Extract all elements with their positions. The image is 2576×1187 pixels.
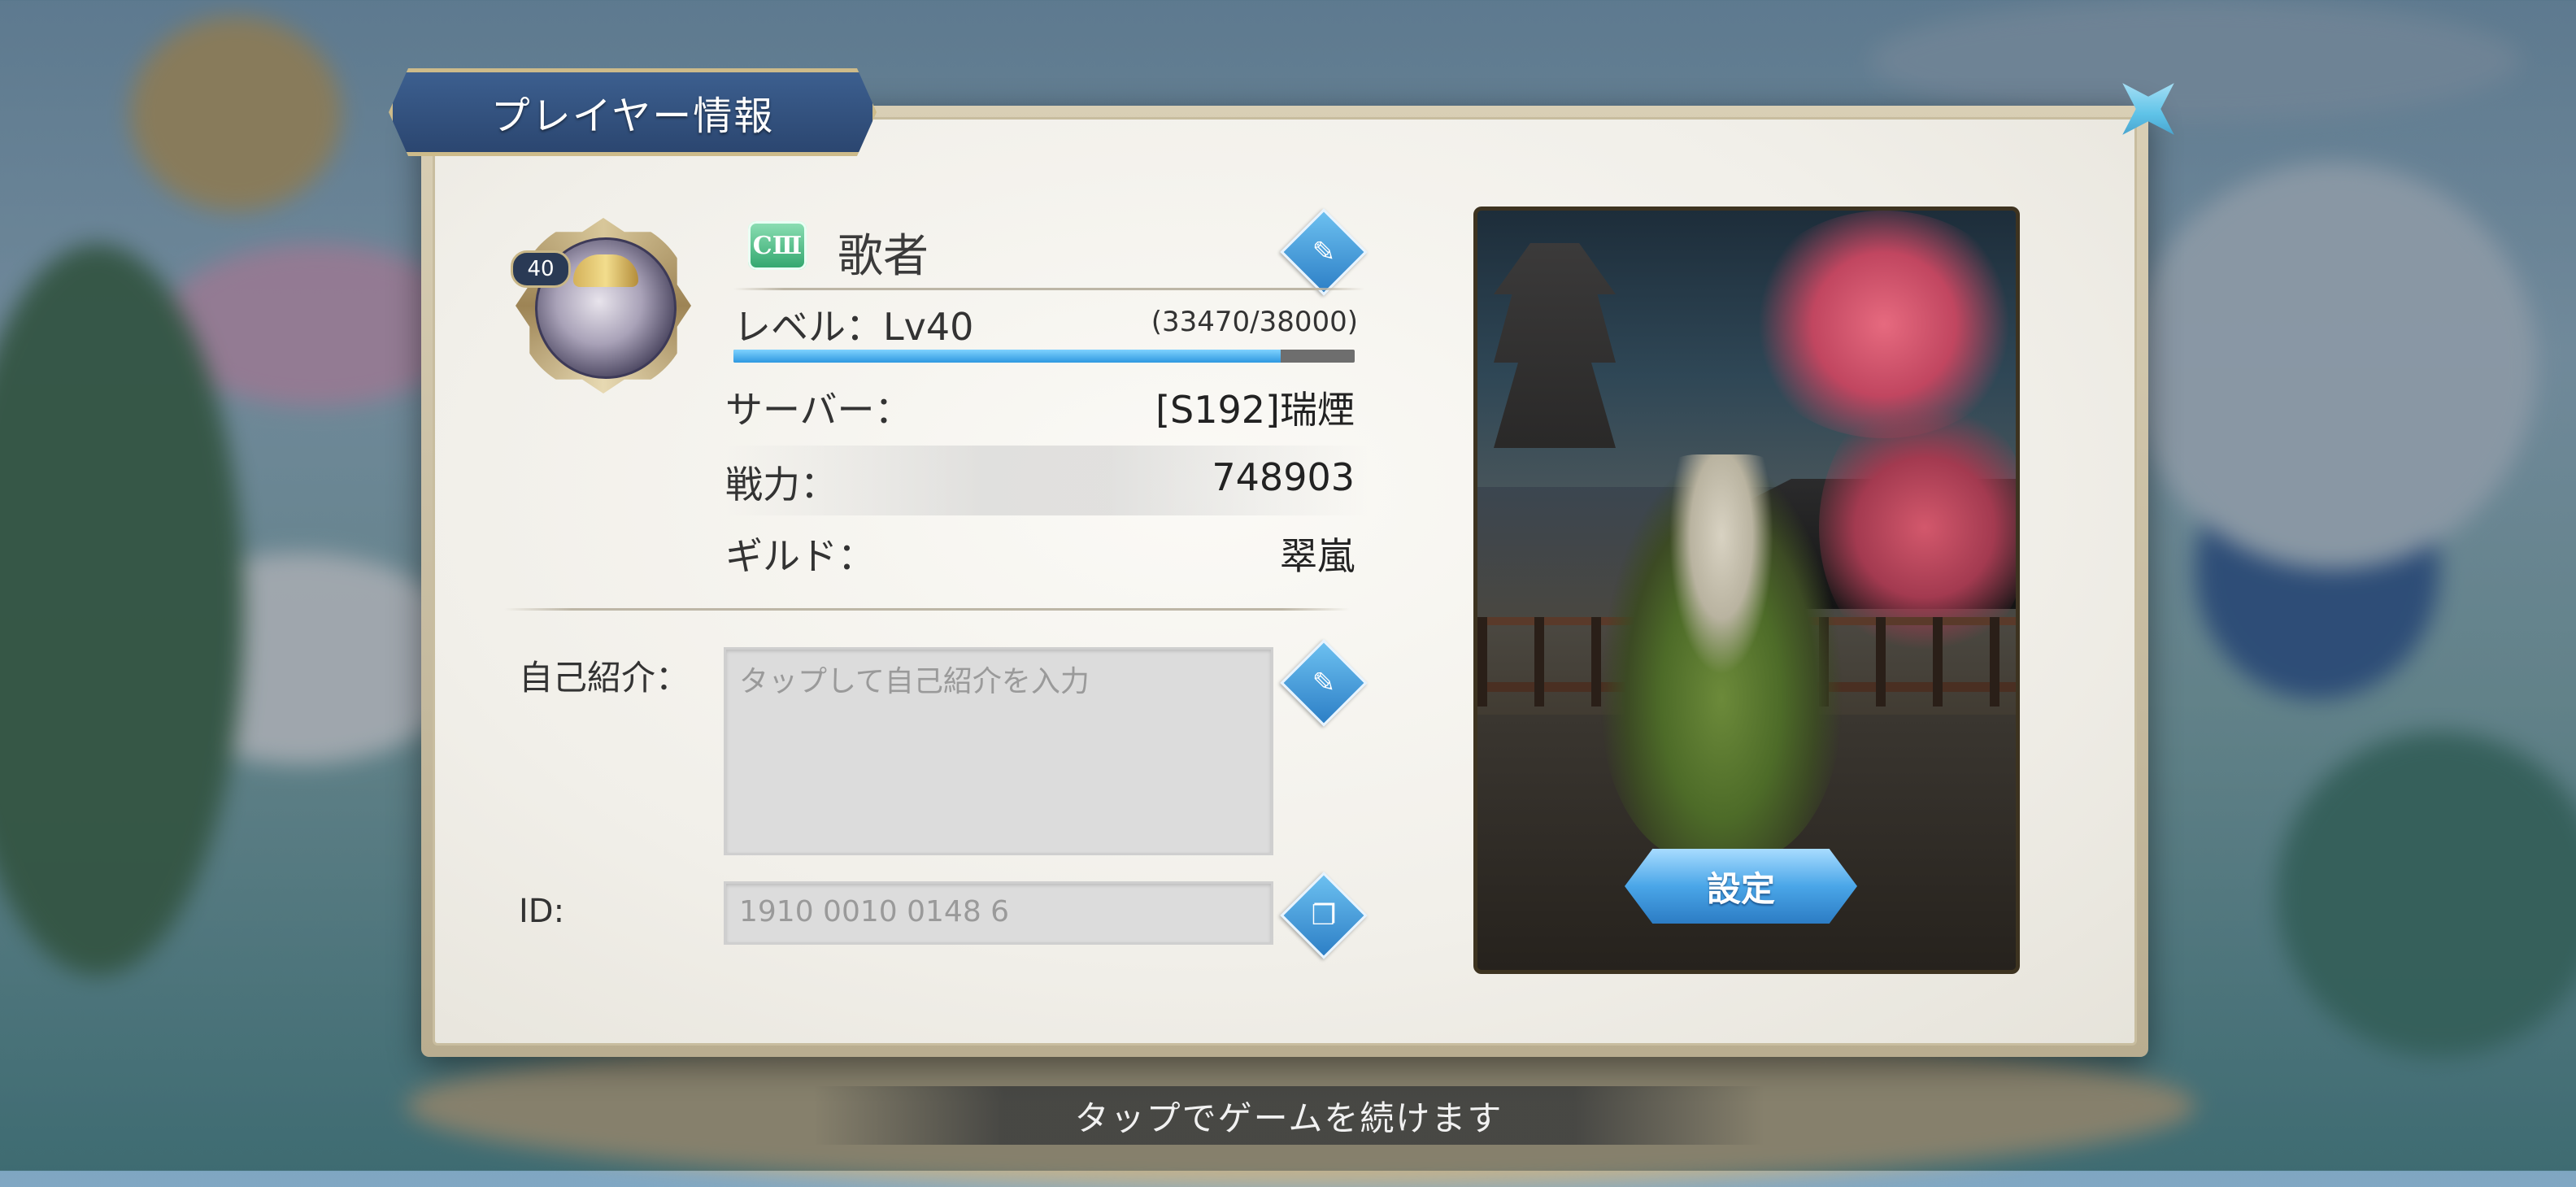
- id-field: 1910 0010 0148 6: [724, 881, 1273, 945]
- player-avatar[interactable]: 40: [511, 218, 691, 393]
- dialog-title-banner: プレイヤー情報: [389, 68, 877, 156]
- player-name: 歌者: [838, 230, 929, 283]
- power-value: 748903: [1212, 455, 1355, 499]
- server-value: [S192]瑞煙: [1155, 388, 1355, 432]
- section-divider: [504, 608, 1350, 611]
- character-figure: [1599, 454, 1843, 861]
- set-button-label: 設定: [1706, 868, 1775, 909]
- guild-value: 翠嵐: [1280, 534, 1355, 578]
- exp-text: (33470/38000): [1151, 306, 1358, 338]
- server-label: サーバー：: [725, 388, 912, 432]
- avatar-level-badge: 40: [511, 250, 571, 288]
- copy-icon: ❐: [1311, 899, 1337, 932]
- power-label: 戦力：: [725, 463, 838, 507]
- continue-text: タップでゲームを続けます: [1074, 1098, 1503, 1138]
- level-label: レベル：Lv40: [733, 305, 974, 349]
- id-label: ID:: [519, 893, 565, 930]
- tap-to-continue-hint[interactable]: タップでゲームを続けます: [813, 1086, 1764, 1145]
- class-rank-badge: CⅢ: [748, 221, 807, 270]
- pencil-icon: ✎: [1312, 236, 1336, 268]
- dialog-title: プレイヤー情報: [490, 93, 775, 139]
- intro-label: 自己紹介：: [519, 658, 690, 698]
- card-pagoda: [1494, 243, 1616, 448]
- exp-progress-bar: [733, 350, 1355, 363]
- close-button[interactable]: [2100, 60, 2197, 158]
- name-divider: [733, 288, 1364, 290]
- set-character-button[interactable]: 設定: [1625, 849, 1857, 924]
- intro-input[interactable]: タップして自己紹介を入力: [724, 647, 1273, 855]
- pencil-icon: ✎: [1312, 667, 1336, 699]
- close-star-icon: [2096, 57, 2200, 160]
- exp-progress-fill: [733, 350, 1281, 363]
- guild-label: ギルド：: [725, 534, 875, 578]
